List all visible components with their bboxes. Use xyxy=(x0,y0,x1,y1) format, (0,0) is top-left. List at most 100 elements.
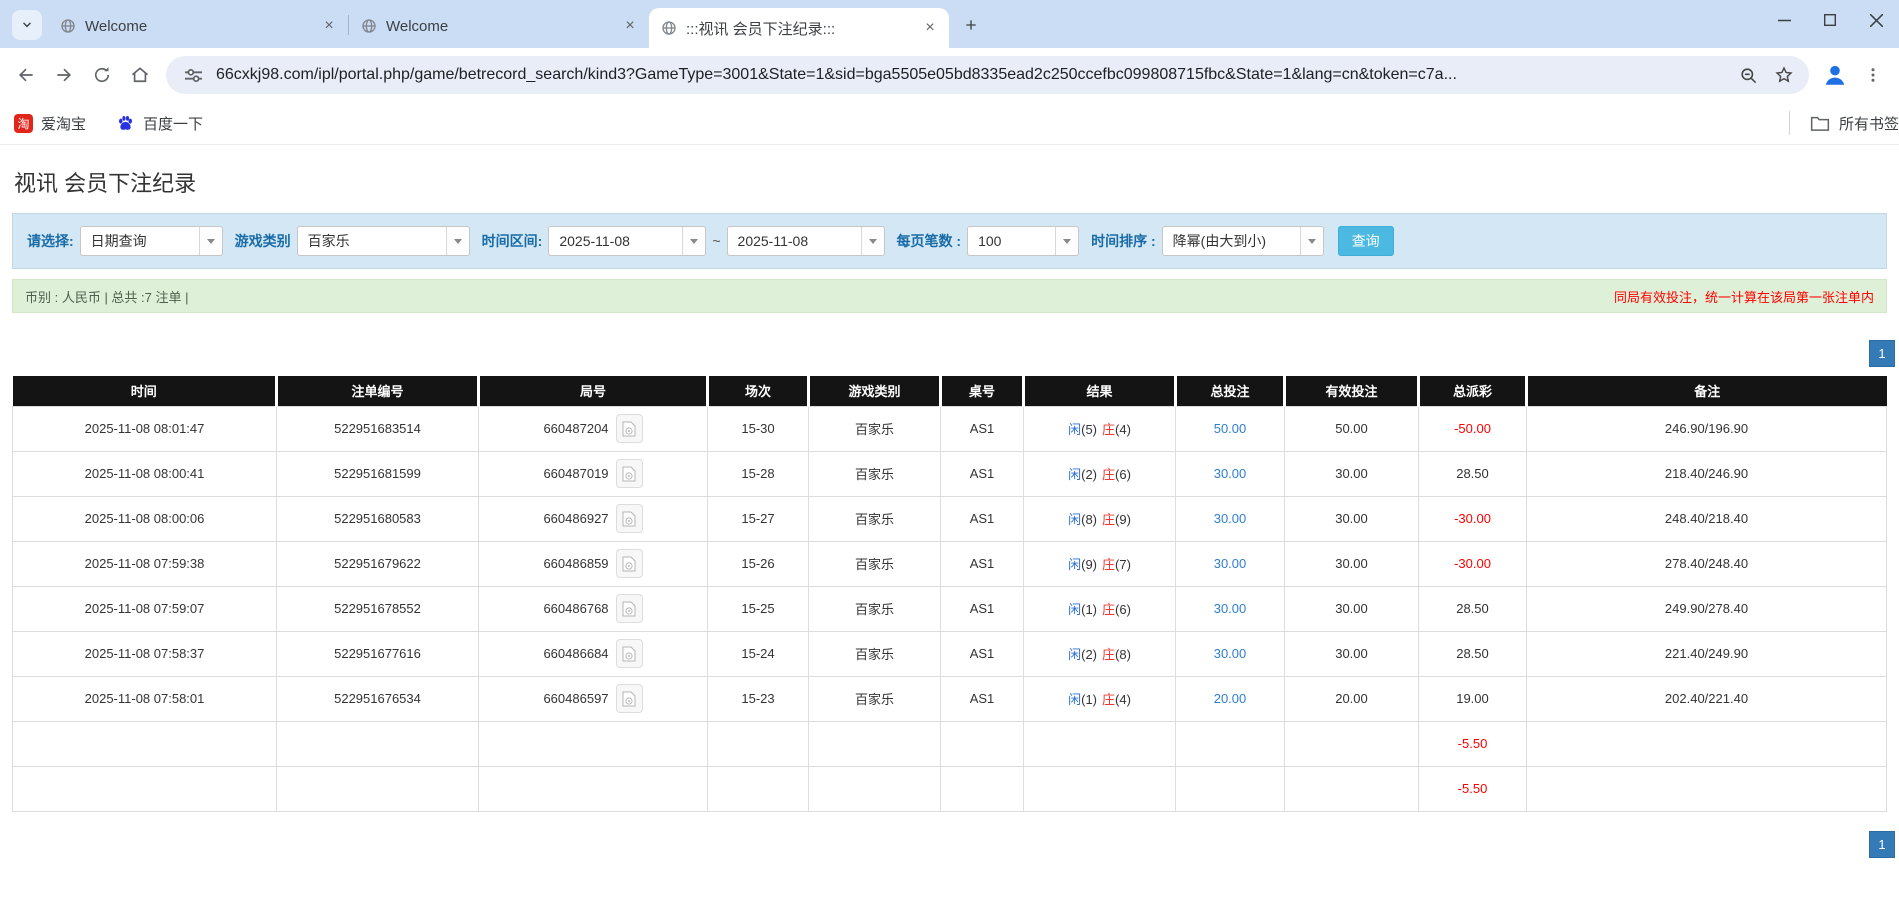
grand-total-payout: -5.50 xyxy=(1419,766,1527,811)
game-type-select[interactable]: 百家乐 xyxy=(297,226,470,256)
cell-total-bet: 50.00 xyxy=(1176,406,1285,451)
plus-icon xyxy=(963,17,979,33)
date-from-select[interactable]: 2025-11-08 xyxy=(548,226,706,256)
table-row: 2025-11-08 07:58:37 522951677616 6604866… xyxy=(13,631,1887,676)
cell-time: 2025-11-08 07:58:01 xyxy=(13,676,277,721)
cell-table-no: AS1 xyxy=(941,451,1024,496)
cell-table-no: AS1 xyxy=(941,631,1024,676)
select-label: 请选择: xyxy=(27,231,74,251)
taobao-icon: 淘 xyxy=(14,114,33,133)
bet-record-table: 时间 注单编号 局号 场次 游戏类别 桌号 结果 总投注 有效投注 总派彩 备注… xyxy=(12,376,1887,812)
chevron-down-icon xyxy=(199,227,222,255)
page-number-button[interactable]: 1 xyxy=(1869,831,1895,858)
video-replay-icon[interactable] xyxy=(616,684,643,713)
minimize-button[interactable] xyxy=(1761,0,1807,40)
search-button[interactable]: 查询 xyxy=(1338,226,1394,256)
bookmark-label: 百度一下 xyxy=(143,113,203,134)
back-button[interactable] xyxy=(8,57,44,93)
zoom-icon[interactable] xyxy=(1735,62,1761,88)
tab-search-button[interactable] xyxy=(12,10,42,40)
cell-session: 15-23 xyxy=(708,676,809,721)
cell-game: 百家乐 xyxy=(809,676,941,721)
cell-time: 2025-11-08 07:58:37 xyxy=(13,631,277,676)
profile-avatar[interactable] xyxy=(1817,57,1853,93)
page-number-button[interactable]: 1 xyxy=(1869,340,1895,367)
grand-total-valid-bet: 220.00 xyxy=(1285,766,1419,811)
tab-welcome-2[interactable]: Welcome × xyxy=(349,8,649,44)
cell-valid-bet: 30.00 xyxy=(1285,631,1419,676)
header-time: 时间 xyxy=(13,376,277,406)
sort-select[interactable]: 降幂(由大到小) xyxy=(1162,226,1324,256)
cell-game: 百家乐 xyxy=(809,541,941,586)
maximize-button[interactable] xyxy=(1807,0,1853,40)
cell-round: 660486927 xyxy=(479,496,708,541)
new-tab-button[interactable] xyxy=(957,11,985,39)
baidu-paw-icon xyxy=(116,114,135,133)
header-note: 备注 xyxy=(1527,376,1887,406)
cell-time: 2025-11-08 08:00:41 xyxy=(13,451,277,496)
cell-payout: -30.00 xyxy=(1419,541,1527,586)
bookmarks-divider xyxy=(1789,111,1790,135)
tab-title: :::视讯 会员下注纪录::: xyxy=(686,18,912,39)
cell-game: 百家乐 xyxy=(809,496,941,541)
video-replay-icon[interactable] xyxy=(616,504,643,533)
grand-total-label: 总计 xyxy=(13,766,277,811)
summary-bar: 币别 : 人民币 | 总共 :7 注单 | 同局有效投注，统一计算在该局第一张注… xyxy=(12,279,1887,313)
bookmark-taobao[interactable]: 淘 爱淘宝 xyxy=(14,113,86,134)
all-bookmarks-button[interactable]: 所有书签 xyxy=(1810,113,1899,134)
cell-total-bet: 30.00 xyxy=(1176,451,1285,496)
date-to-select[interactable]: 2025-11-08 xyxy=(727,226,885,256)
cell-note: 218.40/246.90 xyxy=(1527,451,1887,496)
site-info-icon[interactable] xyxy=(180,62,206,88)
bookmark-baidu[interactable]: 百度一下 xyxy=(116,113,203,134)
header-valid-bet: 有效投注 xyxy=(1285,376,1419,406)
cell-round: 660486768 xyxy=(479,586,708,631)
cell-table-no: AS1 xyxy=(941,406,1024,451)
close-window-button[interactable] xyxy=(1853,0,1899,40)
cell-bet-id: 522951679622 xyxy=(277,541,479,586)
tab-bet-record-active[interactable]: :::视讯 会员下注纪录::: × xyxy=(649,8,949,48)
sort-label: 时间排序 : xyxy=(1091,231,1156,251)
video-replay-icon[interactable] xyxy=(616,549,643,578)
summary-notice: 同局有效投注，统一计算在该局第一张注单内 xyxy=(1614,287,1874,306)
url-bar[interactable]: 66cxkj98.com/ipl/portal.php/game/betreco… xyxy=(166,56,1809,94)
cell-session: 15-28 xyxy=(708,451,809,496)
cell-valid-bet: 20.00 xyxy=(1285,676,1419,721)
video-replay-icon[interactable] xyxy=(616,414,643,443)
filter-panel: 请选择: 日期查询 游戏类别 百家乐 时间区间: 2025-11-08 ~ 20… xyxy=(12,213,1887,269)
cell-bet-id: 522951676534 xyxy=(277,676,479,721)
cell-time: 2025-11-08 08:01:47 xyxy=(13,406,277,451)
chevron-down-icon xyxy=(861,227,884,255)
cell-valid-bet: 30.00 xyxy=(1285,586,1419,631)
summary-currency-count: 币别 : 人民币 | 总共 :7 注单 | xyxy=(25,287,189,306)
browser-toolbar: 66cxkj98.com/ipl/portal.php/game/betreco… xyxy=(0,48,1899,102)
cell-note: 248.40/218.40 xyxy=(1527,496,1887,541)
per-page-select[interactable]: 100 xyxy=(967,226,1079,256)
header-session: 场次 xyxy=(708,376,809,406)
cell-table-no: AS1 xyxy=(941,541,1024,586)
video-replay-icon[interactable] xyxy=(616,459,643,488)
tab-close-icon[interactable]: × xyxy=(921,19,939,37)
grand-total-row: 总计 7 220.00 220.00 -5.50 xyxy=(13,766,1887,811)
cell-payout: -50.00 xyxy=(1419,406,1527,451)
cell-note: 246.90/196.90 xyxy=(1527,406,1887,451)
home-button[interactable] xyxy=(122,57,158,93)
cell-result: 闲(2)庄(6) xyxy=(1024,451,1176,496)
tab-close-icon[interactable]: × xyxy=(320,17,338,35)
reload-button[interactable] xyxy=(84,57,120,93)
cell-round: 660486684 xyxy=(479,631,708,676)
cell-total-bet: 30.00 xyxy=(1176,631,1285,676)
tab-close-icon[interactable]: × xyxy=(621,17,639,35)
chevron-down-icon xyxy=(20,18,34,32)
query-type-select[interactable]: 日期查询 xyxy=(80,226,223,256)
cell-bet-id: 522951678552 xyxy=(277,586,479,631)
tab-welcome-1[interactable]: Welcome × xyxy=(48,8,348,44)
cell-result: 闲(1)庄(6) xyxy=(1024,586,1176,631)
browser-menu-icon[interactable] xyxy=(1855,57,1891,93)
cell-valid-bet: 50.00 xyxy=(1285,406,1419,451)
video-replay-icon[interactable] xyxy=(616,594,643,623)
forward-button[interactable] xyxy=(46,57,82,93)
header-table-no: 桌号 xyxy=(941,376,1024,406)
bookmark-star-icon[interactable] xyxy=(1771,62,1797,88)
video-replay-icon[interactable] xyxy=(616,639,643,668)
